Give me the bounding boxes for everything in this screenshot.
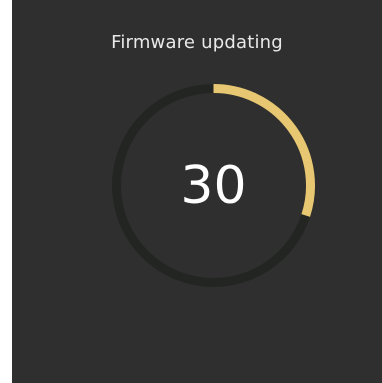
progress-value: 30 (180, 155, 247, 216)
firmware-update-panel: Firmware updating 30 (12, 0, 382, 383)
update-title: Firmware updating (111, 32, 283, 53)
circular-progress: 30 (110, 82, 317, 289)
